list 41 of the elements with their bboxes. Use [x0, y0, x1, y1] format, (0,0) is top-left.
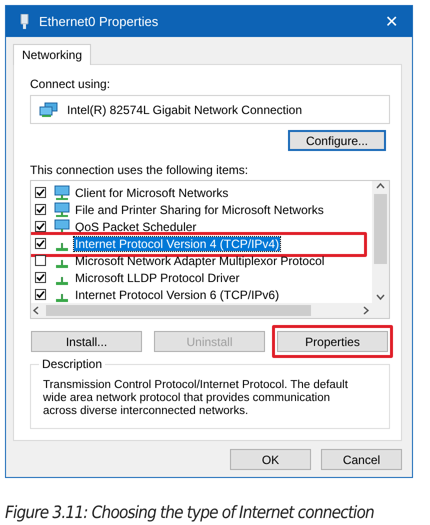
- group-title: Description: [39, 357, 106, 371]
- items-label: This connection uses the following items:: [30, 163, 250, 177]
- list-item[interactable]: File and Printer Sharing for Microsoft Networks: [74, 202, 325, 216]
- description-text: Transmission Control Protocol/Internet Protocol. The default wide area network protocol that provides communication across diverse interconnected networks.: [43, 379, 349, 418]
- checkbox[interactable]: [35, 238, 46, 249]
- dialog-button[interactable]: Cancel: [321, 449, 402, 470]
- checkbox[interactable]: [35, 289, 46, 300]
- configure-button[interactable]: Configure...: [288, 130, 386, 151]
- window-title: Ethernet0 Properties: [39, 14, 160, 29]
- checkbox[interactable]: [35, 221, 46, 232]
- list-item[interactable]: QoS Packet Scheduler: [74, 220, 198, 234]
- action-button[interactable]: Properties: [277, 331, 388, 352]
- network-adapter-icon: [20, 14, 29, 29]
- vertical-scrollbar[interactable]: [372, 181, 389, 303]
- list-item[interactable]: Internet Protocol Version 4 (TCP/IPv4): [74, 236, 280, 250]
- network-protocol-icon: [56, 276, 68, 284]
- list-item[interactable]: Client for Microsoft Networks: [74, 186, 230, 200]
- horizontal-scrollbar[interactable]: [31, 303, 389, 318]
- action-button[interactable]: Install...: [31, 331, 142, 352]
- monitor-network-icon: [53, 184, 71, 200]
- figure-caption: Figure 3.11: Choosing the type of Internet connection: [5, 503, 375, 523]
- scroll-down-icon[interactable]: [375, 292, 386, 303]
- close-button[interactable]: ✕: [381, 12, 402, 32]
- dialog-button[interactable]: OK: [230, 449, 311, 470]
- tab[interactable]: Networking: [13, 44, 92, 65]
- monitor-network-icon: [53, 218, 71, 234]
- list-item[interactable]: Microsoft Network Adapter Multiplexor Protocol: [74, 254, 326, 268]
- connect-using-label: Connect using:: [30, 77, 112, 91]
- monitor-network-icon: [53, 202, 71, 218]
- checkbox[interactable]: [35, 255, 46, 266]
- checkbox[interactable]: [35, 187, 46, 198]
- list-item[interactable]: Internet Protocol Version 6 (TCP/IPv6): [74, 288, 280, 302]
- adapter-name: Intel(R) 82574L Gigabit Network Connection: [67, 102, 302, 116]
- network-protocol-icon: [56, 242, 68, 250]
- checkbox[interactable]: [35, 204, 46, 215]
- network-protocol-icon: [56, 294, 68, 302]
- checkbox[interactable]: [35, 272, 46, 283]
- network-protocol-icon: [56, 260, 68, 268]
- list-item[interactable]: Microsoft LLDP Protocol Driver: [74, 270, 240, 284]
- network-computers-icon: [39, 102, 59, 118]
- scroll-right-icon[interactable]: [361, 305, 372, 316]
